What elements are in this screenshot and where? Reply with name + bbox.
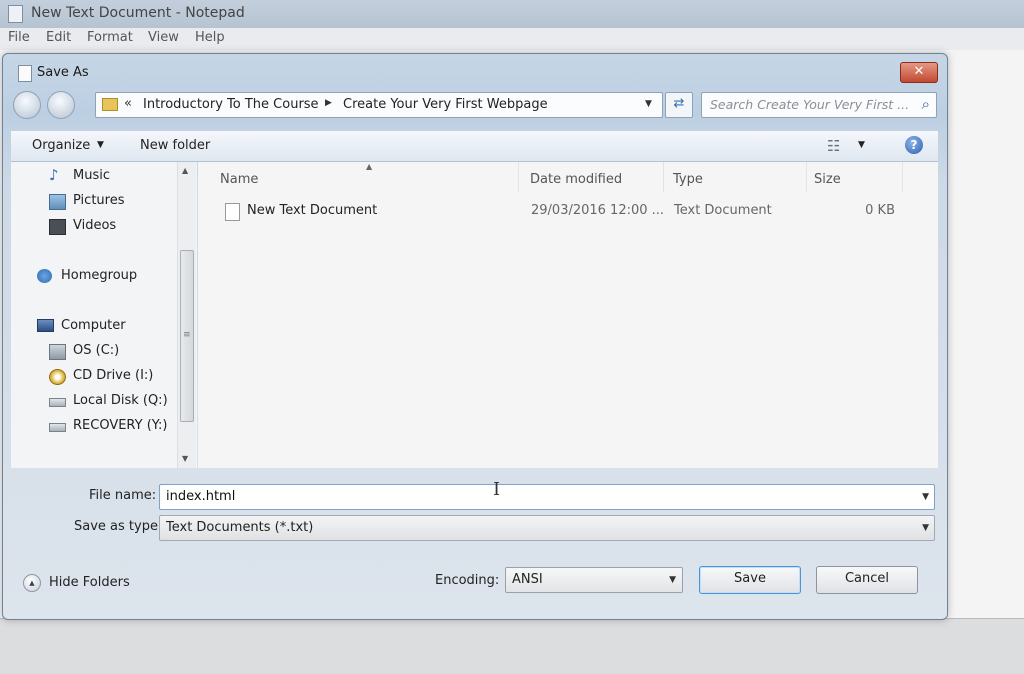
forward-button[interactable]	[47, 91, 75, 119]
column-header-name[interactable]: Name	[220, 172, 258, 187]
nav-item-label: OS (C:)	[73, 343, 120, 358]
column-divider[interactable]	[518, 162, 519, 192]
file-list: ▲ Name Date modified Type Size New Text …	[198, 162, 938, 468]
hide-folders-label: Hide Folders	[49, 575, 130, 590]
cd-drive-icon	[49, 369, 66, 385]
breadcrumb-overflow[interactable]: «	[124, 96, 132, 111]
save-as-type-select[interactable]: Text Documents (*.txt) ▼	[159, 515, 935, 541]
address-bar[interactable]: « Introductory To The Course ▶ Create Yo…	[95, 92, 663, 118]
save-as-type-label: Save as type:	[74, 519, 163, 534]
drive-icon	[49, 423, 66, 432]
notepad-menu-bar: File Edit Format View Help	[0, 28, 1024, 50]
drive-icon	[49, 398, 66, 407]
nav-item-label: Music	[73, 168, 110, 183]
search-box[interactable]: Search Create Your Very First ... ⌕	[701, 92, 937, 118]
save-as-type-value: Text Documents (*.txt)	[166, 520, 314, 535]
nav-item-label: CD Drive (I:)	[73, 368, 154, 383]
back-button[interactable]	[13, 91, 41, 119]
encoding-dropdown-icon[interactable]: ▼	[669, 575, 676, 585]
search-icon[interactable]: ⌕	[922, 95, 930, 113]
view-dropdown-icon[interactable]: ▼	[858, 140, 865, 150]
encoding-label: Encoding:	[435, 573, 500, 588]
scroll-up-icon[interactable]: ▲	[182, 166, 188, 175]
organize-dropdown-icon[interactable]: ▼	[97, 140, 104, 150]
command-toolbar: Organize ▼ New folder ☷ ▼ ?	[11, 130, 938, 162]
notepad-title-bar: New Text Document - Notepad	[0, 0, 1024, 28]
save-as-type-dropdown-icon[interactable]: ▼	[922, 523, 929, 533]
encoding-value: ANSI	[512, 572, 543, 587]
pictures-icon	[49, 194, 66, 210]
dialog-title: Save As	[37, 65, 89, 80]
menu-file[interactable]: File	[8, 30, 30, 45]
drive-icon	[49, 344, 66, 360]
column-divider[interactable]	[902, 162, 903, 192]
file-name-input[interactable]	[166, 488, 906, 505]
close-button[interactable]: ✕	[900, 62, 938, 83]
notepad-status-area	[0, 618, 1024, 674]
new-folder-button[interactable]: New folder	[140, 138, 210, 153]
text-cursor-icon: I	[493, 479, 501, 500]
nav-item-label: RECOVERY (Y:)	[73, 418, 168, 433]
menu-format[interactable]: Format	[87, 30, 133, 45]
nav-item-label: Videos	[73, 218, 117, 233]
sort-indicator-icon: ▲	[366, 162, 373, 171]
save-button[interactable]: Save	[699, 566, 801, 594]
nav-pane-scrollbar[interactable]: ▲ ≡ ▼	[177, 162, 196, 468]
breadcrumb-webpage[interactable]: Create Your Very First Webpage	[343, 97, 548, 112]
computer-icon	[37, 319, 54, 332]
column-divider[interactable]	[663, 162, 664, 192]
file-name-dropdown-icon[interactable]: ▼	[922, 492, 929, 502]
navigation-pane: ♪ Music Pictures Videos Homegroup Comput…	[11, 162, 197, 468]
column-header-size[interactable]: Size	[814, 172, 841, 187]
nav-item-label: Local Disk (Q:)	[73, 393, 168, 408]
notepad-title: New Text Document - Notepad	[31, 5, 245, 21]
address-dropdown-icon[interactable]: ▼	[645, 99, 652, 109]
folder-icon	[102, 98, 118, 111]
column-divider[interactable]	[806, 162, 807, 192]
breadcrumb-introductory[interactable]: Introductory To The Course	[143, 97, 319, 112]
file-name: New Text Document	[247, 203, 378, 218]
text-file-icon	[225, 203, 240, 221]
menu-help[interactable]: Help	[195, 30, 225, 45]
videos-icon	[49, 219, 66, 235]
column-header-type[interactable]: Type	[673, 172, 703, 187]
encoding-select[interactable]: ANSI ▼	[505, 567, 683, 593]
breadcrumb-separator-icon[interactable]: ▶	[325, 98, 332, 108]
refresh-button[interactable]: ⇄	[665, 92, 693, 118]
file-name-label: File name:	[89, 488, 157, 503]
refresh-icon: ⇄	[673, 96, 685, 111]
search-placeholder: Search Create Your Very First ...	[710, 97, 910, 112]
file-size: 0 KB	[865, 203, 895, 218]
save-as-dialog: Save As ✕ « Introductory To The Course ▶…	[2, 53, 948, 620]
file-name-combobox[interactable]: ▼	[159, 484, 935, 510]
dialog-icon	[18, 65, 32, 82]
homegroup-icon	[37, 269, 52, 283]
file-date: 29/03/2016 12:00 ...	[531, 203, 665, 218]
scroll-down-icon[interactable]: ▼	[182, 454, 188, 463]
cancel-button[interactable]: Cancel	[816, 566, 918, 594]
view-options-icon[interactable]: ☷	[827, 137, 840, 155]
collapse-icon: ▲	[23, 574, 41, 592]
notepad-icon	[8, 5, 23, 23]
help-icon[interactable]: ?	[905, 136, 923, 154]
nav-item-label: Homegroup	[61, 268, 138, 283]
file-row[interactable]: New Text Document 29/03/2016 12:00 ... T…	[212, 201, 902, 223]
column-header-date[interactable]: Date modified	[530, 172, 622, 187]
menu-view[interactable]: View	[148, 30, 179, 45]
music-icon: ♪	[49, 166, 59, 184]
organize-button[interactable]: Organize	[32, 138, 90, 153]
nav-item-label: Pictures	[73, 193, 125, 208]
menu-edit[interactable]: Edit	[46, 30, 71, 45]
file-type: Text Document	[674, 203, 772, 218]
nav-item-label: Computer	[61, 318, 126, 333]
scroll-grip-icon: ≡	[183, 330, 191, 340]
